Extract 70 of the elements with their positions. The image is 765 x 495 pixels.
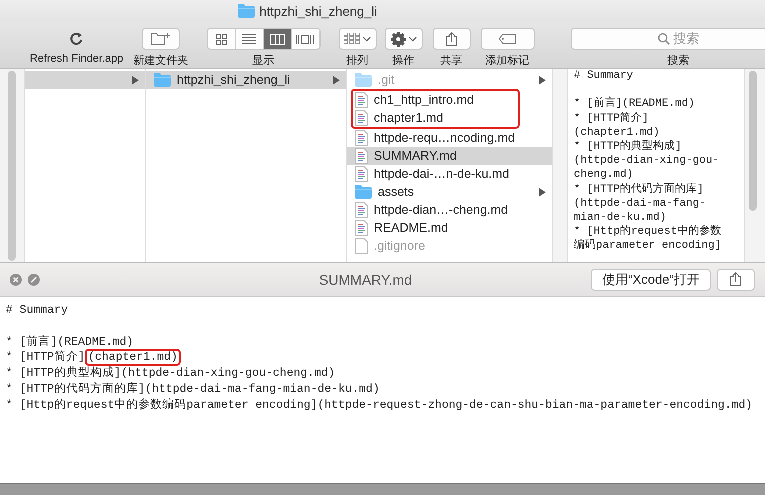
folder-icon — [238, 4, 255, 18]
preview-text: # Summary * [前言](README.md) * [HTTP简介] (chapter1.md) * [HTTP的典型构成] (httpde-dian-xing-gou- cheng.md) * [HTTP的代码方面的库] (httpde-dai-ma-fang- mian-de-ku.md) * [Http的request中的参数 编码parameter encoding] — [567, 69, 745, 262]
document-icon — [355, 110, 368, 126]
tag-button[interactable] — [480, 28, 535, 50]
gear-icon — [390, 32, 406, 46]
folder-icon — [154, 73, 171, 87]
code-line: # Summary — [6, 304, 68, 317]
code-line: * [HTTP的代码方面的库](httpde-dai-ma-fang-mian-de-ku.md) — [6, 382, 380, 396]
file-row[interactable]: httpde-requ…ncoding.md — [347, 129, 552, 147]
code-line: * [Http的request中的参数编码parameter encoding](httpde-request-zhong-de-can-shu-bian-ma-parameter-encoding.md) — [6, 398, 753, 412]
toolbar-label: 新建文件夹 — [134, 54, 189, 68]
toolbar-label: 添加标记 — [486, 54, 530, 68]
cover-flow-icon — [296, 34, 314, 44]
share-button[interactable] — [717, 268, 755, 290]
close-icon[interactable] — [10, 274, 22, 286]
folder-icon — [355, 73, 372, 87]
preview-title: SUMMARY.md — [318, 272, 414, 288]
no-entry-icon[interactable] — [28, 274, 40, 286]
window-title: httpzhi_shi_zheng_li — [260, 4, 378, 18]
document-icon — [355, 148, 368, 164]
share-button[interactable] — [432, 28, 471, 50]
document-icon — [355, 92, 368, 108]
code-line: * [前言](README.md) — [6, 336, 134, 349]
icon-grid-icon — [216, 34, 227, 44]
scrollbar[interactable] — [749, 71, 757, 211]
toolbar-label: 显示 — [252, 54, 275, 68]
toolbar-label: 排列 — [346, 54, 369, 68]
tag-icon — [498, 34, 517, 44]
chevron-right-icon — [539, 76, 546, 84]
file-row[interactable]: assets — [347, 183, 552, 201]
toolbar-label: Refresh Finder.app — [30, 53, 124, 65]
columns-icon — [270, 34, 285, 44]
scrollbar[interactable] — [8, 71, 16, 261]
document-icon — [355, 166, 368, 182]
sort-button[interactable] — [338, 28, 377, 50]
file-row[interactable]: httpde-dai-…n-de-ku.md — [347, 165, 552, 183]
toolbar-label: 共享 — [440, 54, 463, 68]
view-mode-control[interactable] — [206, 28, 321, 50]
code-line: * [HTTP的典型构成](httpde-dian-xing-gou-cheng.md) — [6, 367, 336, 380]
file-row[interactable]: README.md — [347, 219, 552, 237]
new-folder-icon — [151, 32, 172, 46]
code-line: * [HTTP简介] — [6, 351, 86, 364]
chevron-right-icon — [333, 76, 340, 84]
share-icon — [730, 272, 742, 287]
open-with-button[interactable]: 使用“Xcode”打开 — [591, 268, 711, 290]
document-icon — [355, 220, 368, 236]
file-row[interactable]: httpzhi_shi_zheng_li — [146, 71, 346, 89]
caret-icon — [363, 36, 372, 42]
toolbar-label: 搜索 — [668, 54, 690, 68]
document-icon — [355, 202, 368, 218]
highlighted-text: (chapter1.md) — [85, 349, 181, 366]
list-icon — [242, 34, 256, 44]
document-icon — [355, 130, 368, 146]
folder-icon — [355, 185, 372, 199]
file-row[interactable]: chapter1.md — [353, 109, 518, 127]
chevron-right-icon — [539, 188, 546, 196]
document-icon — [355, 238, 368, 254]
grid-icon — [344, 33, 360, 45]
toolbar-label: 操作 — [392, 54, 415, 68]
file-row[interactable]: httpde-dian…-cheng.md — [347, 201, 552, 219]
caret-icon — [408, 36, 417, 42]
refresh-icon[interactable] — [70, 32, 84, 46]
view-mode-tab[interactable] — [264, 29, 292, 49]
action-button[interactable] — [384, 28, 423, 50]
new-folder-button[interactable] — [142, 28, 180, 50]
file-row[interactable]: SUMMARY.md — [347, 147, 552, 165]
search-icon — [658, 33, 670, 45]
file-row[interactable]: ch1_http_intro.md — [353, 91, 518, 109]
chevron-right-icon — [132, 76, 139, 84]
share-icon — [446, 32, 458, 46]
